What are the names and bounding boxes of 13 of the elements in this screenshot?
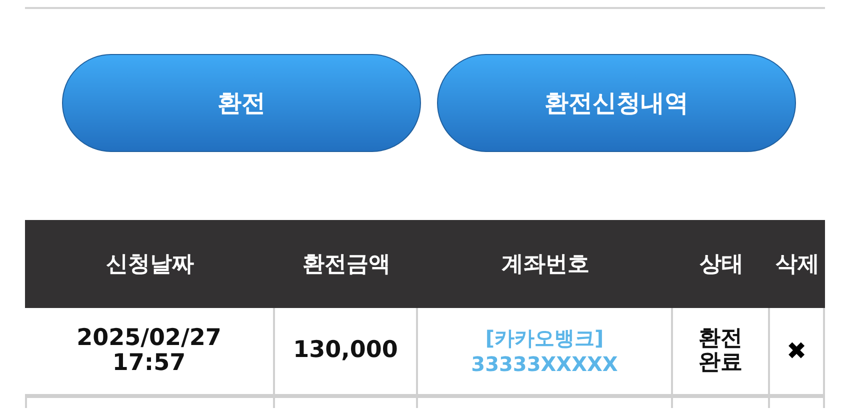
column-header: 신청날짜: [106, 251, 194, 279]
bank-name: [카카오뱅크]: [485, 325, 604, 351]
account-number: 33333XXXXX: [471, 351, 618, 377]
action-button[interactable]: 환전신청내역: [437, 54, 796, 152]
amount-text: 130,000: [293, 338, 398, 364]
column-header: 환전금액: [302, 251, 390, 279]
column-header: 계좌번호: [502, 251, 590, 279]
date-text: 2025/02/27 17:57: [76, 326, 222, 376]
delete-button[interactable]: ✖: [786, 337, 807, 365]
column-header: 상태: [700, 251, 744, 279]
action-button[interactable]: 환전: [62, 54, 421, 152]
column-header: 삭제: [776, 251, 820, 279]
status-text: 환전 완료: [698, 326, 742, 376]
